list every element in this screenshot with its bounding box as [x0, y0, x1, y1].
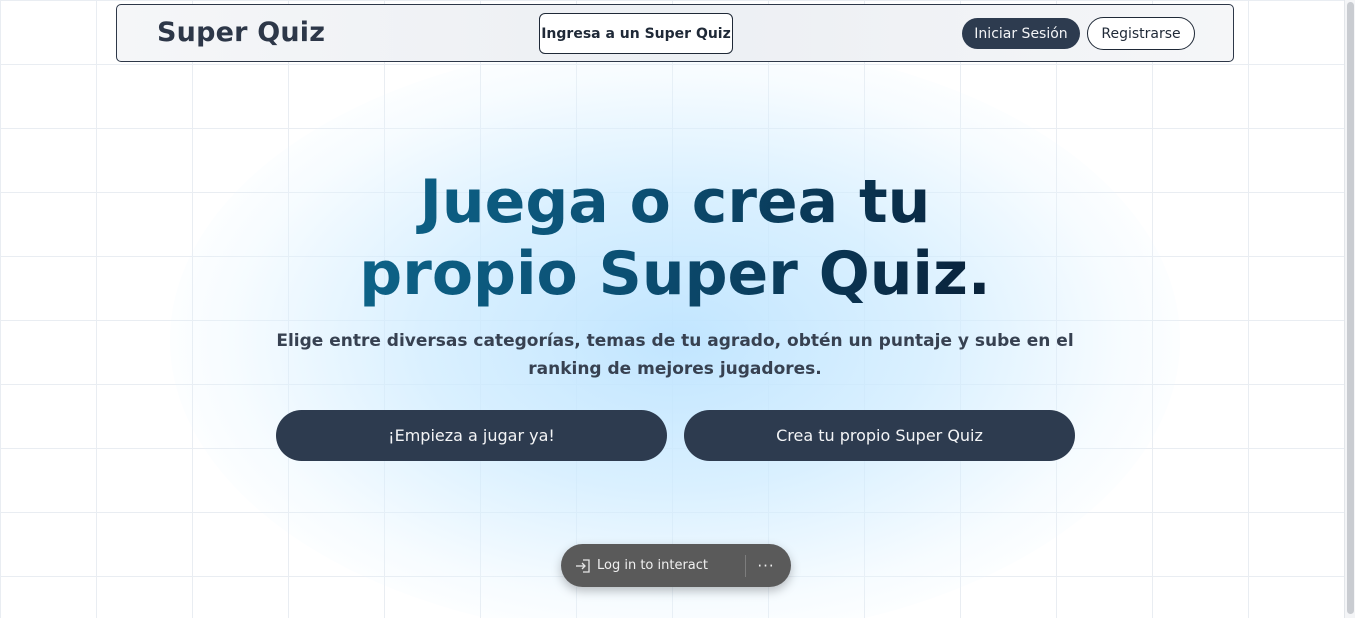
login-button[interactable]: Iniciar Sesión	[962, 18, 1080, 49]
hero-subtitle-line-1: Elige entre diversas categorías, temas d…	[276, 331, 1074, 351]
hero-subtitle: Elige entre diversas categorías, temas d…	[275, 327, 1075, 383]
hero-title-line-1: Juega o crea tu	[419, 167, 931, 237]
hero-title-line-2: propio Super Quiz.	[359, 239, 991, 309]
register-button[interactable]: Registrarse	[1087, 17, 1195, 50]
join-quiz-button[interactable]: Ingresa a un Super Quiz	[539, 13, 733, 54]
login-icon	[574, 557, 592, 575]
brand-logo[interactable]: Super Quiz	[157, 17, 325, 48]
scrollbar-thumb[interactable]	[1347, 2, 1354, 614]
create-quiz-button[interactable]: Crea tu propio Super Quiz	[684, 410, 1075, 461]
scrollbar-track[interactable]	[1344, 0, 1355, 618]
hero-subtitle-line-2: ranking de mejores jugadores.	[528, 359, 822, 379]
page: Super Quiz Ingresa a un Super Quiz Inici…	[0, 0, 1355, 618]
login-to-interact-pill[interactable]: Log in to interact ···	[561, 544, 791, 587]
hero-title: Juega o crea tu propio Super Quiz.	[275, 166, 1075, 310]
more-options-icon[interactable]: ···	[746, 544, 786, 587]
start-playing-button[interactable]: ¡Empieza a jugar ya!	[276, 410, 667, 461]
navbar: Super Quiz Ingresa a un Super Quiz Inici…	[116, 4, 1234, 62]
login-prompt-label[interactable]: Log in to interact	[597, 558, 745, 573]
